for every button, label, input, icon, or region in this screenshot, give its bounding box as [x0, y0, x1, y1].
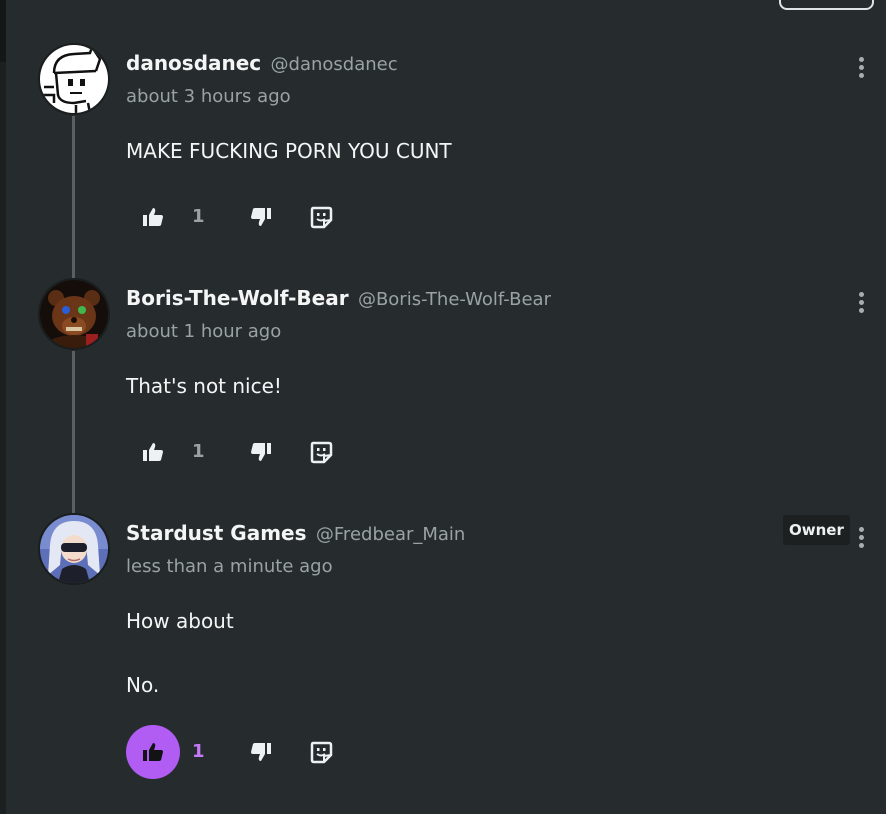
user-handle[interactable]: @danosdanec — [271, 54, 398, 75]
thumbs-down-icon — [251, 443, 271, 461]
like-count: 1 — [192, 441, 205, 462]
thumbs-down-icon — [251, 743, 271, 761]
more-vertical-icon — [859, 57, 864, 62]
like-count: 1 — [192, 741, 205, 762]
avatar[interactable] — [38, 278, 110, 350]
left-panel-edge-top — [0, 0, 6, 62]
like-button[interactable] — [126, 425, 180, 479]
more-menu-button[interactable] — [852, 55, 870, 81]
comment-body-line: No. — [126, 673, 160, 697]
reply-icon — [310, 441, 333, 464]
thumbs-up-icon — [143, 743, 163, 761]
timestamp: about 3 hours ago — [126, 86, 291, 107]
comment-body: That's not nice! — [126, 374, 282, 398]
reply-icon — [310, 206, 333, 229]
comment-body: MAKE FUCKING PORN YOU CUNT — [126, 139, 452, 163]
comment-author: danosdanec @danosdanec — [126, 51, 398, 77]
comment-actions: 1 — [126, 190, 366, 244]
sketch-avatar-icon — [40, 45, 108, 113]
like-button[interactable] — [126, 725, 180, 779]
like-button[interactable] — [126, 190, 180, 244]
reply-icon — [310, 741, 333, 764]
display-name[interactable]: danosdanec — [126, 51, 261, 75]
comment-author: Stardust Games @Fredbear_Main — [126, 521, 465, 547]
display-name[interactable]: Boris-The-Wolf-Bear — [126, 286, 349, 310]
owner-badge: Owner — [783, 515, 850, 545]
reply-button[interactable] — [294, 725, 348, 779]
more-vertical-icon — [859, 527, 864, 532]
more-menu-button[interactable] — [852, 525, 870, 551]
left-panel-edge — [0, 0, 6, 814]
thread-line — [72, 351, 75, 515]
timestamp: about 1 hour ago — [126, 321, 282, 342]
dislike-button[interactable] — [234, 190, 288, 244]
avatar[interactable] — [38, 513, 110, 585]
avatar[interactable] — [38, 43, 110, 115]
like-count: 1 — [192, 206, 205, 227]
comment-actions: 1 — [126, 425, 366, 479]
user-handle[interactable]: @Fredbear_Main — [316, 524, 465, 545]
reply-button[interactable] — [294, 190, 348, 244]
comment-body-line: How about — [126, 609, 234, 633]
anime-avatar-icon — [40, 515, 108, 583]
top-action-button[interactable] — [779, 0, 874, 10]
thumbs-up-icon — [143, 208, 163, 226]
more-vertical-icon — [859, 292, 864, 297]
reply-button[interactable] — [294, 425, 348, 479]
thumbs-down-icon — [251, 208, 271, 226]
thumbs-up-icon — [143, 443, 163, 461]
comment-author: Boris-The-Wolf-Bear @Boris-The-Wolf-Bear — [126, 286, 551, 312]
user-handle[interactable]: @Boris-The-Wolf-Bear — [358, 289, 551, 310]
display-name[interactable]: Stardust Games — [126, 521, 307, 545]
thread-line — [72, 116, 75, 280]
more-menu-button[interactable] — [852, 290, 870, 316]
comment-actions: 1 — [126, 725, 366, 779]
timestamp: less than a minute ago — [126, 556, 333, 577]
dislike-button[interactable] — [234, 425, 288, 479]
bear-avatar-icon — [40, 280, 108, 348]
dislike-button[interactable] — [234, 725, 288, 779]
